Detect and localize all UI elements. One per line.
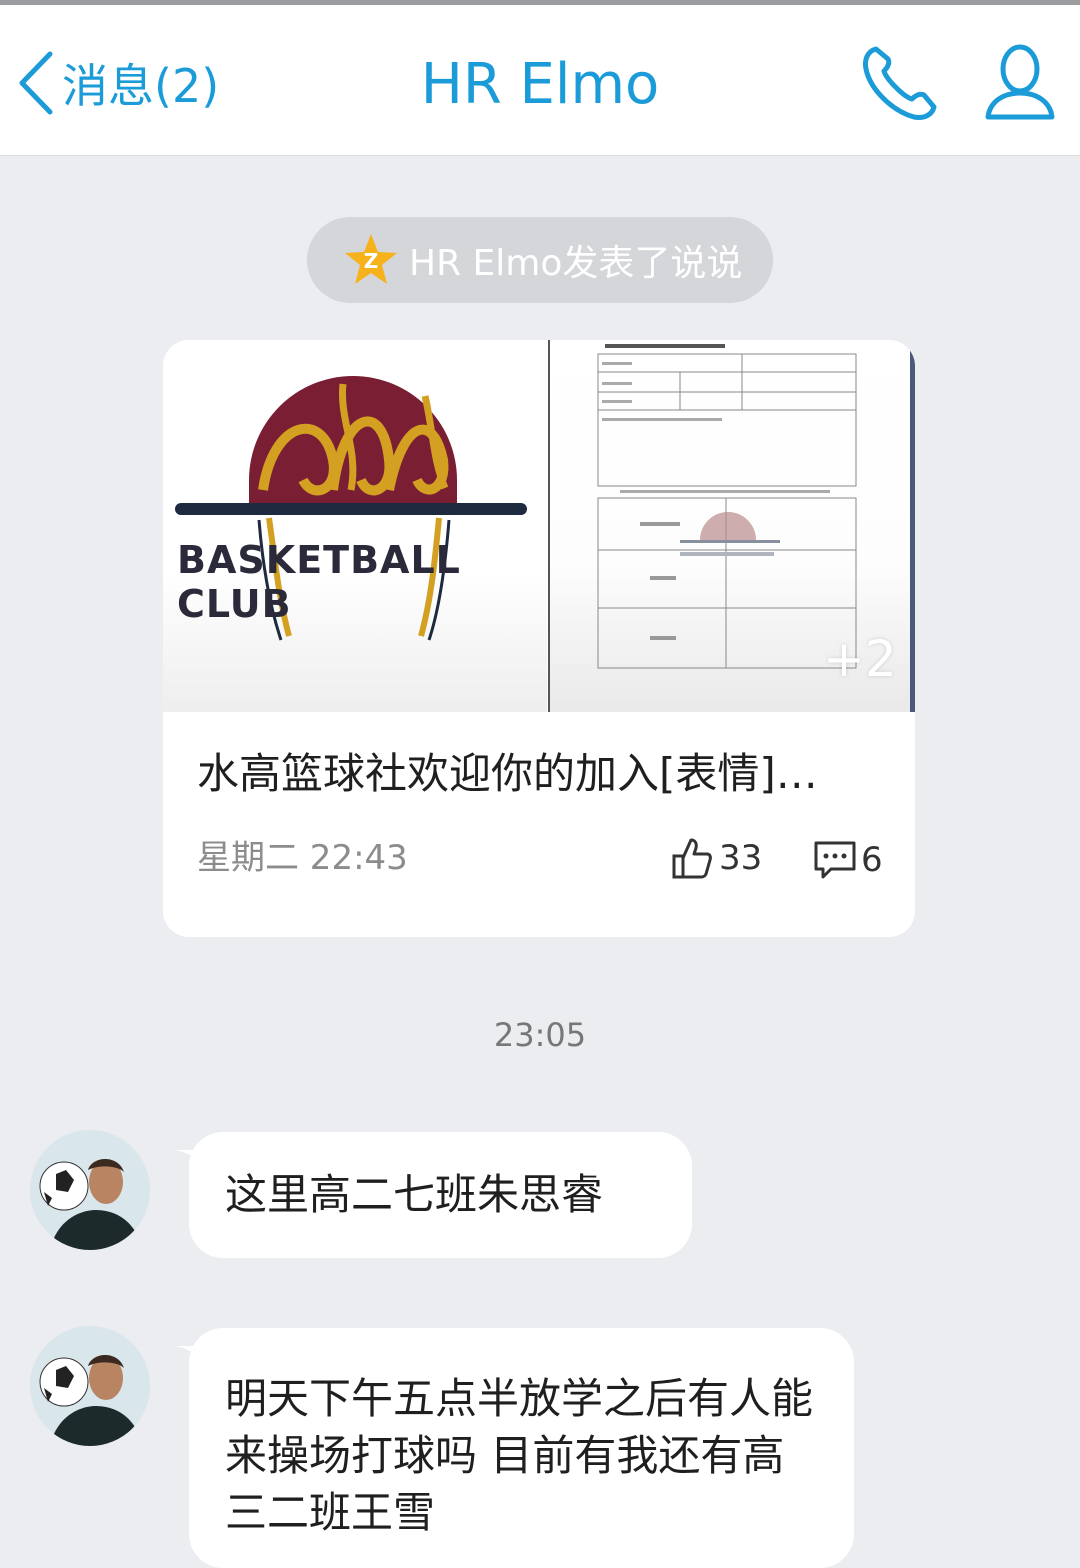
avatar-image — [30, 1130, 150, 1250]
like-button[interactable]: 33 — [671, 836, 762, 880]
post-text: 水高篮球社欢迎你的加入[表情]… — [197, 749, 818, 798]
message-text: 这里高二七班朱思睿 — [225, 1170, 604, 1219]
basketball-club-logo — [175, 376, 527, 641]
logo-text: BASKETBALL CLUB — [177, 538, 461, 626]
post-image-logo[interactable]: BASKETBALL CLUB — [163, 340, 547, 712]
thumbs-up-icon — [672, 838, 712, 879]
more-images-count: +2 — [823, 630, 897, 688]
comment-count: 6 — [861, 840, 883, 880]
person-icon — [985, 44, 1055, 120]
message-bubble[interactable]: 这里高二七班朱思睿 — [175, 1132, 692, 1258]
message-text: 明天下午五点半放学之后有人能来操场打球吗 目前有我还有高三二班王雪 — [225, 1374, 814, 1537]
chat-timestamp: 23:05 — [493, 1016, 587, 1054]
message-bubble[interactable]: 明天下午五点半放学之后有人能来操场打球吗 目前有我还有高三二班王雪 — [175, 1328, 854, 1568]
phone-icon — [863, 46, 937, 120]
chevron-left-icon — [19, 51, 53, 115]
post-images[interactable]: BASKETBALL CLUB +2 — [163, 340, 915, 712]
qzone-notice[interactable]: Z HR Elmo发表了说说 — [307, 217, 773, 303]
page-title: HR Elmo — [420, 52, 660, 117]
image-edge — [910, 350, 915, 712]
svg-text:Z: Z — [364, 249, 379, 273]
call-button[interactable] — [858, 41, 942, 125]
qzone-star-icon: Z — [345, 234, 397, 284]
avatar[interactable] — [30, 1130, 150, 1250]
bubble-tail — [175, 1150, 205, 1170]
bubble-tail — [175, 1346, 205, 1366]
nav-bar: 消息(2) HR Elmo — [0, 5, 1080, 156]
back-button[interactable]: 消息(2) — [14, 43, 219, 123]
profile-button[interactable] — [980, 39, 1060, 123]
post-time: 星期二 22:43 — [197, 838, 408, 878]
comment-button[interactable]: 6 — [813, 840, 883, 880]
notice-text: HR Elmo发表了说说 — [409, 243, 743, 284]
comment-icon — [814, 841, 856, 879]
like-count: 33 — [719, 838, 763, 878]
avatar[interactable] — [30, 1326, 150, 1446]
avatar-image — [30, 1326, 150, 1446]
back-label: 消息(2) — [62, 59, 220, 113]
post-card[interactable]: BASKETBALL CLUB +2 水高篮球社欢迎你的加入[表情]… 星期二 … — [163, 340, 915, 937]
